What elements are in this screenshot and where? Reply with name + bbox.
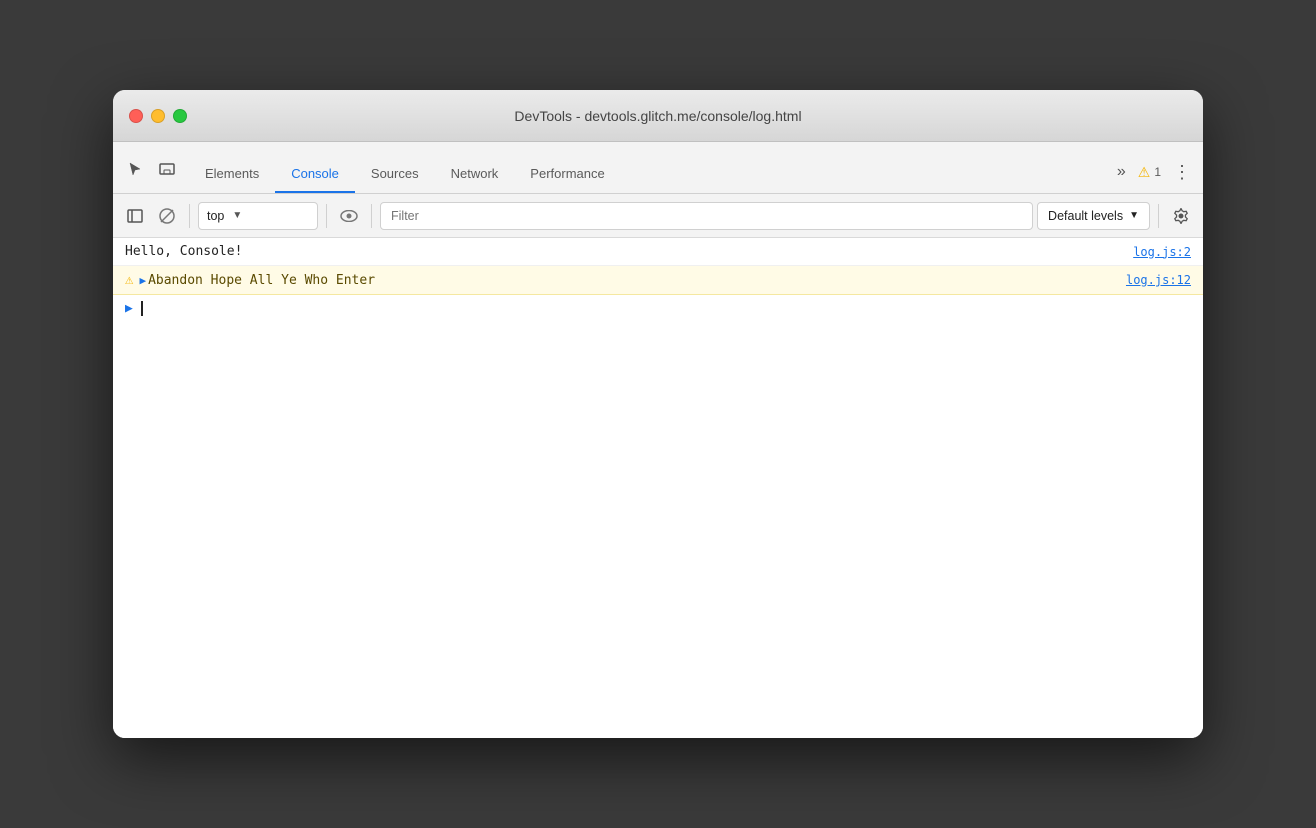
context-arrow: ▼	[232, 210, 242, 221]
more-tabs-button[interactable]: »	[1113, 161, 1130, 183]
tab-console[interactable]: Console	[275, 158, 355, 193]
log-text-2: Abandon Hope All Ye Who Enter	[148, 273, 1126, 288]
tab-sources[interactable]: Sources	[355, 158, 435, 193]
warning-icon: ⚠	[1138, 164, 1151, 181]
console-cursor	[141, 301, 143, 316]
traffic-lights	[129, 109, 187, 123]
tabs-right: » ⚠ 1 ⋮	[1113, 161, 1195, 193]
levels-dropdown[interactable]: Default levels ▼	[1037, 202, 1150, 230]
devtools-window: DevTools - devtools.glitch.me/console/lo…	[113, 90, 1203, 738]
maximize-button[interactable]	[173, 109, 187, 123]
filter-input[interactable]	[380, 202, 1033, 230]
tab-icons	[121, 155, 181, 193]
log-text-1: Hello, Console!	[125, 244, 1133, 259]
eye-button[interactable]	[335, 202, 363, 230]
warning-badge[interactable]: ⚠ 1	[1138, 164, 1161, 181]
levels-arrow: ▼	[1129, 210, 1139, 221]
warning-triangle-icon: ⚠	[125, 272, 133, 288]
console-output: Hello, Console! log.js:2 ⚠ ▶ Abandon Hop…	[113, 238, 1203, 738]
log-link-2[interactable]: log.js:12	[1126, 273, 1191, 287]
clear-console-button[interactable]	[153, 202, 181, 230]
settings-button[interactable]	[1167, 202, 1195, 230]
separator-4	[1158, 204, 1159, 228]
tab-performance[interactable]: Performance	[514, 158, 620, 193]
minimize-button[interactable]	[151, 109, 165, 123]
titlebar: DevTools - devtools.glitch.me/console/lo…	[113, 90, 1203, 142]
separator-2	[326, 204, 327, 228]
window-title: DevTools - devtools.glitch.me/console/lo…	[514, 108, 801, 124]
tab-elements[interactable]: Elements	[189, 158, 275, 193]
tab-network[interactable]: Network	[435, 158, 515, 193]
expand-arrow[interactable]: ▶	[139, 274, 146, 287]
prompt-arrow-icon: ▶	[125, 301, 133, 316]
cursor-icon-button[interactable]	[121, 155, 149, 183]
log-line-2: ⚠ ▶ Abandon Hope All Ye Who Enter log.js…	[113, 266, 1203, 295]
sidebar-toggle-button[interactable]	[121, 202, 149, 230]
log-link-1[interactable]: log.js:2	[1133, 245, 1191, 259]
menu-button[interactable]: ⋮	[1169, 162, 1195, 183]
log-line-1: Hello, Console! log.js:2	[113, 238, 1203, 266]
devtools-panel: Elements Console Sources Network Perform…	[113, 142, 1203, 738]
responsive-icon-button[interactable]	[153, 155, 181, 183]
close-button[interactable]	[129, 109, 143, 123]
separator-3	[371, 204, 372, 228]
separator-1	[189, 204, 190, 228]
context-selector[interactable]: top ▼	[198, 202, 318, 230]
console-toolbar: top ▼ Default levels ▼	[113, 194, 1203, 238]
tabs-bar: Elements Console Sources Network Perform…	[113, 142, 1203, 194]
console-input-line[interactable]: ▶	[113, 295, 1203, 322]
